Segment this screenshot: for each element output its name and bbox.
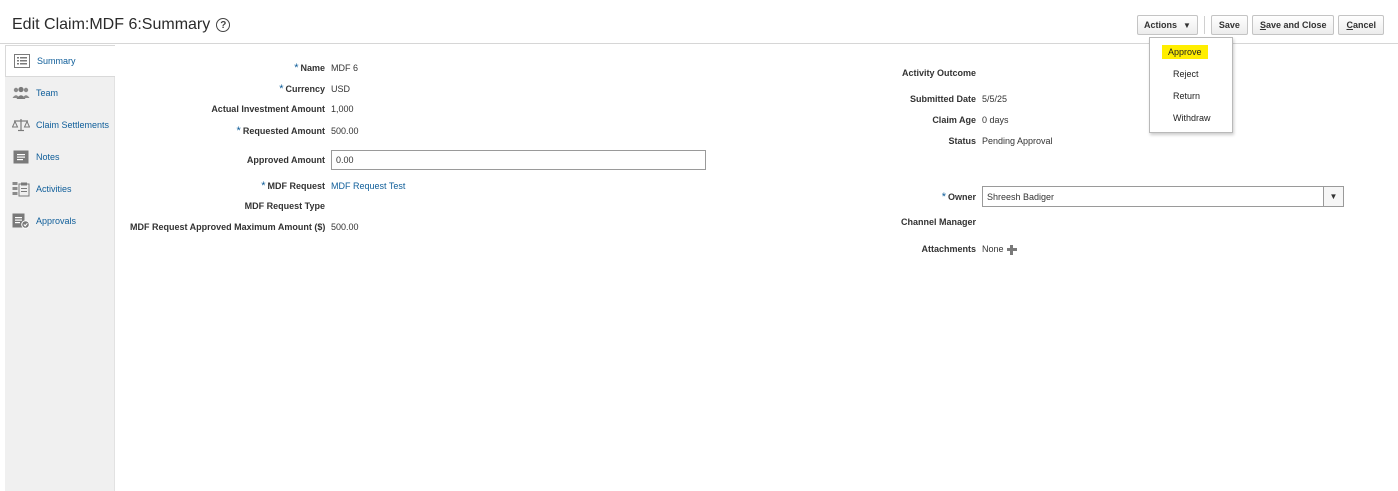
menu-item-reject[interactable]: Reject xyxy=(1150,63,1232,85)
actual-investment-row: Actual Investment Amount 1,000 xyxy=(130,104,354,114)
currency-row: * Currency USD xyxy=(130,83,350,95)
sidebar-item-label: Notes xyxy=(36,152,60,162)
max-amount-label: MDF Request Approved Maximum Amount ($) xyxy=(130,222,326,232)
add-attachment-icon[interactable] xyxy=(1006,244,1017,255)
mdf-request-type-label: MDF Request Type xyxy=(244,201,325,211)
save-button[interactable]: Save xyxy=(1210,15,1248,35)
actual-investment-label: Actual Investment Amount xyxy=(211,104,325,114)
name-value: MDF 6 xyxy=(331,63,358,73)
help-icon[interactable]: ? xyxy=(216,18,231,32)
owner-row: * Owner Shreesh Badiger ▼ xyxy=(880,186,1344,207)
activities-icon xyxy=(12,181,30,197)
page-title: Edit Claim:MDF 6:Summary ? xyxy=(12,16,231,34)
name-label-text: Name xyxy=(300,63,325,73)
sidebar-item-label: Activities xyxy=(36,184,72,194)
activity-outcome-row: Activity Outcome xyxy=(880,68,982,78)
mdf-request-link[interactable]: MDF Request Test xyxy=(331,181,405,191)
required-indicator: * xyxy=(279,83,284,95)
owner-label: * Owner xyxy=(880,191,982,203)
caret-down-icon: ▼ xyxy=(1182,20,1191,30)
name-row: * Name MDF 6 xyxy=(130,62,358,74)
notes-icon xyxy=(12,149,30,165)
currency-label: * Currency xyxy=(130,83,331,95)
required-indicator: * xyxy=(261,180,266,192)
mdf-request-type-row: MDF Request Type xyxy=(130,201,331,211)
sidebar-item-label: Summary xyxy=(37,56,76,66)
scales-icon xyxy=(12,117,30,133)
mdf-request-row: * MDF Request MDF Request Test xyxy=(130,180,405,192)
approvals-icon xyxy=(12,213,30,229)
required-indicator: * xyxy=(294,62,299,74)
channel-manager-label: Channel Manager xyxy=(900,217,976,227)
approved-amount-label: Approved Amount xyxy=(246,155,325,165)
save-and-close-button[interactable]: Save and Close xyxy=(1251,15,1335,35)
sidebar-item-approvals[interactable]: Approvals xyxy=(5,205,114,237)
requested-amount-row: * Requested Amount 500.00 xyxy=(130,125,359,137)
attachments-value: None xyxy=(982,244,1017,255)
sidebar-item-team[interactable]: Team xyxy=(5,77,114,109)
chevron-down-icon[interactable]: ▼ xyxy=(1323,187,1343,206)
required-indicator: * xyxy=(941,190,946,203)
submitted-date-row: Submitted Date 5/5/25 xyxy=(880,94,1007,104)
toolbar: Actions ▼ Save Save and Close Cancel xyxy=(1136,15,1384,35)
requested-amount-label: * Requested Amount xyxy=(130,125,331,137)
page-title-text: Edit Claim:MDF 6:Summary xyxy=(12,16,211,33)
submitted-date-label: Submitted Date xyxy=(909,94,976,104)
actions-button[interactable]: Actions ▼ xyxy=(1136,15,1198,35)
mdf-request-label: * MDF Request xyxy=(130,180,331,192)
save-button-label: Save xyxy=(1218,20,1240,30)
sidebar-item-claim-settlements[interactable]: Claim Settlements xyxy=(5,109,114,141)
max-amount-row: MDF Request Approved Maximum Amount ($) … xyxy=(130,222,359,232)
status-value: Pending Approval xyxy=(982,136,1053,146)
claim-age-value: 0 days xyxy=(982,115,1009,125)
menu-item-approve-label: Approve xyxy=(1162,45,1208,59)
requested-amount-value: 500.00 xyxy=(331,126,359,136)
submitted-date-value: 5/5/25 xyxy=(982,94,1008,104)
menu-item-return[interactable]: Return xyxy=(1150,85,1232,107)
mdf-request-label-text: MDF Request xyxy=(267,181,325,191)
status-label: Status xyxy=(948,136,976,146)
currency-value: USD xyxy=(331,84,351,94)
channel-manager-row: Channel Manager xyxy=(880,217,982,227)
approved-amount-row: Approved Amount 0.00 xyxy=(130,150,706,170)
claim-age-row: Claim Age 0 days xyxy=(880,115,1009,125)
menu-item-withdraw[interactable]: Withdraw xyxy=(1150,107,1232,129)
attachments-value-text: None xyxy=(982,244,1004,254)
team-icon xyxy=(12,85,30,101)
sidebar: Summary Team Claim Settlements Notes Act… xyxy=(5,45,115,491)
cancel-label: ancel xyxy=(1352,20,1376,30)
cancel-button[interactable]: Cancel xyxy=(1338,15,1384,35)
attachments-label: Attachments xyxy=(921,244,976,255)
approved-amount-input[interactable]: 0.00 xyxy=(331,150,706,170)
sidebar-item-label: Approvals xyxy=(36,216,77,226)
currency-label-text: Currency xyxy=(285,84,325,94)
actions-button-label: Actions xyxy=(1143,20,1177,30)
attachments-row: Attachments None xyxy=(880,244,1017,255)
max-amount-value: 500.00 xyxy=(331,222,359,232)
save-and-close-label: ave and Close xyxy=(1265,20,1327,30)
sidebar-item-label: Team xyxy=(36,88,59,98)
sidebar-item-activities[interactable]: Activities xyxy=(5,173,114,205)
actual-investment-value: 1,000 xyxy=(331,104,354,114)
claim-age-label: Claim Age xyxy=(932,115,976,125)
required-indicator: * xyxy=(236,125,241,137)
actions-menu: Approve Reject Return Withdraw xyxy=(1149,37,1233,133)
status-row: Status Pending Approval xyxy=(880,136,1053,146)
toolbar-separator xyxy=(1203,16,1205,34)
activity-outcome-label: Activity Outcome xyxy=(901,68,976,78)
owner-select-value: Shreesh Badiger xyxy=(987,191,1055,202)
requested-amount-label-text: Requested Amount xyxy=(242,126,325,136)
sidebar-item-label: Claim Settlements xyxy=(36,120,110,130)
owner-label-text: Owner xyxy=(947,191,976,202)
menu-item-approve[interactable]: Approve xyxy=(1150,41,1232,63)
owner-select[interactable]: Shreesh Badiger ▼ xyxy=(982,186,1344,207)
name-label: * Name xyxy=(130,62,331,74)
summary-icon xyxy=(13,53,31,69)
sidebar-item-notes[interactable]: Notes xyxy=(5,141,114,173)
sidebar-item-summary[interactable]: Summary xyxy=(5,45,115,77)
